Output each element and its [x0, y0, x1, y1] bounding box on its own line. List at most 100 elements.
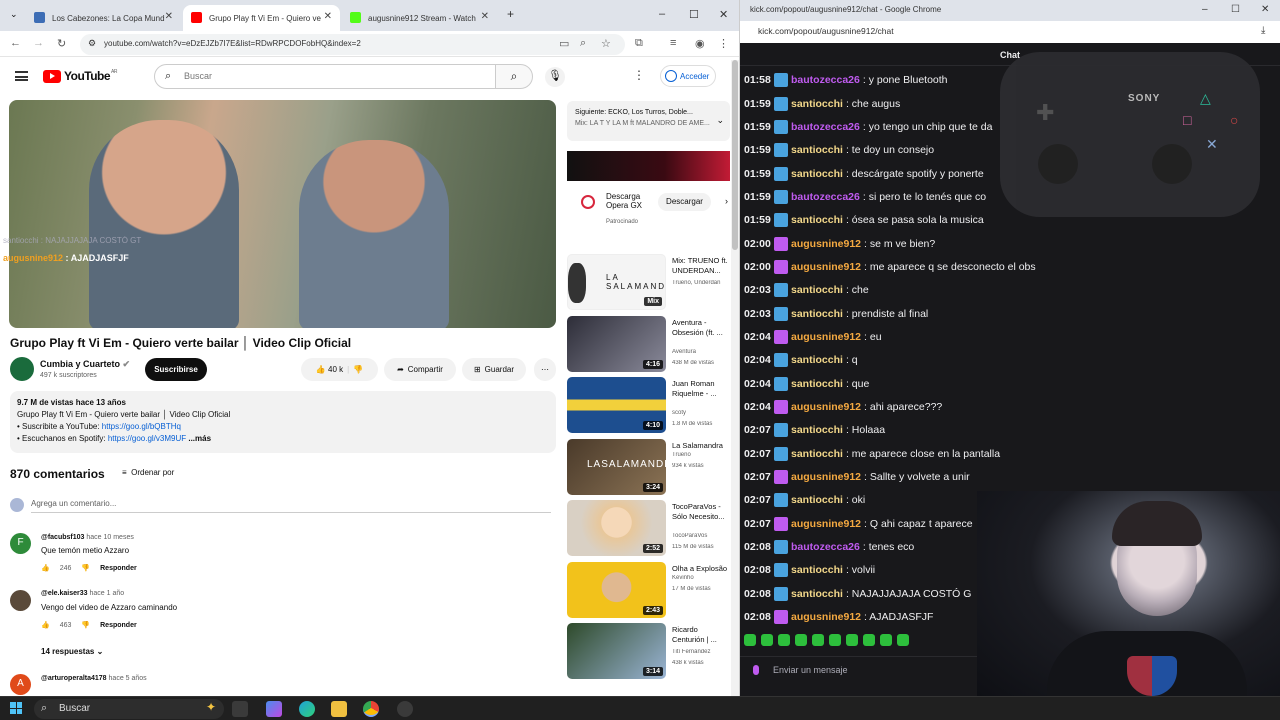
related-video[interactable]: 2:52 TocoParaVos - Sólo Necesito... Toco…	[567, 500, 730, 558]
message-user[interactable]: santiocchi	[791, 168, 843, 180]
emote-icon[interactable]	[744, 634, 756, 646]
zoom-icon[interactable]: ⌕	[580, 37, 586, 50]
chat-message[interactable]: 02:04 santiocchi: que	[740, 369, 1280, 392]
thumbs-down-icon[interactable]: 👎	[81, 564, 90, 572]
menu-icon[interactable]	[15, 71, 28, 81]
emote-icon[interactable]	[778, 634, 790, 646]
scrollbar-thumb[interactable]	[732, 60, 738, 250]
message-user[interactable]: augusnine912	[791, 471, 861, 483]
minimize-icon[interactable]: –	[1202, 4, 1208, 15]
message-user[interactable]: santiocchi	[791, 98, 843, 110]
chat-message[interactable]: 01:59 santiocchi: descárgate spotify y po…	[740, 159, 1280, 182]
minimize-icon[interactable]: –	[659, 8, 665, 20]
tab-grupo-play[interactable]: Grupo Play ft Vi Em - Quiero ve ✕	[183, 5, 340, 31]
search-button[interactable]: ⌕	[495, 64, 533, 89]
chevron-right-icon[interactable]: ›	[725, 196, 728, 206]
video-thumbnail[interactable]: 4:16	[567, 316, 666, 372]
taskbar-search[interactable]: ⌕ Buscar ✦	[34, 699, 224, 719]
chat-message[interactable]: 02:03 santiocchi: che	[740, 276, 1280, 299]
obs-icon[interactable]	[397, 701, 413, 717]
related-video[interactable]: LASALAMANDRA Mix Mix: TRUENO ft. UNDERDA…	[567, 254, 730, 312]
reply-button[interactable]: Responder	[100, 622, 137, 629]
cast-icon[interactable]: ▭	[559, 37, 569, 50]
video-player[interactable]	[9, 100, 556, 328]
message-user[interactable]: santiocchi	[791, 354, 843, 366]
related-video[interactable]: LASALAMANDRA 3:24 La Salamandra Trueno 9…	[567, 439, 730, 497]
chat-message[interactable]: 02:07 santiocchi: me aparece close en la …	[740, 440, 1280, 463]
commenter-avatar[interactable]: F	[10, 533, 31, 554]
related-video[interactable]: 2:43 Olha a Explosão Kevinho 17 M de vis…	[567, 562, 730, 620]
forward-icon[interactable]: →	[33, 37, 44, 49]
ad-card[interactable]: Descarga Opera GX Patrocinado Descargar ›	[567, 181, 730, 234]
message-user[interactable]: augusnine912	[791, 611, 861, 623]
comment-author[interactable]: @facubsf103	[41, 534, 84, 541]
youtube-logo[interactable]: YouTube AR	[43, 69, 117, 83]
video-thumbnail[interactable]: LASALAMANDRA Mix	[567, 254, 666, 310]
chevron-down-icon[interactable]: ⌄	[716, 115, 724, 126]
browser-menu-icon[interactable]: ⋮	[718, 37, 729, 50]
thumbs-down-icon[interactable]: 👎	[81, 621, 90, 629]
chat-message[interactable]: 02:04 augusnine912: ahi aparece???	[740, 393, 1280, 416]
chat-message[interactable]: 01:59 santiocchi: te doy un consejo	[740, 136, 1280, 159]
tab-los-cabezones[interactable]: Los Cabezones: La Copa Mund ✕	[26, 5, 181, 31]
like-button[interactable]: 👍 40 k	[316, 365, 343, 374]
up-next-panel[interactable]: Siguiente: ECKO, Los Turros, Doble... Mi…	[567, 101, 730, 141]
back-icon[interactable]: ←	[10, 37, 21, 49]
show-more-link[interactable]: ...más	[188, 434, 211, 443]
message-user[interactable]: santiocchi	[791, 378, 843, 390]
sign-in-button[interactable]: Acceder	[660, 65, 716, 87]
emote-icon[interactable]	[897, 634, 909, 646]
mic-icon[interactable]	[753, 665, 759, 675]
emote-icon[interactable]	[761, 634, 773, 646]
edge-icon[interactable]	[299, 701, 315, 717]
message-user[interactable]: bautozecca26	[791, 74, 860, 86]
chat-message[interactable]: 02:07 augusnine912: Sallte y volvete a un…	[740, 463, 1280, 486]
new-tab-icon[interactable]: +	[507, 7, 514, 21]
maximize-icon[interactable]: ☐	[689, 8, 699, 21]
more-actions-button[interactable]: ⋯	[534, 358, 556, 381]
related-video[interactable]: 3:14 Ricardo Centurión | ... Tití Fernán…	[567, 623, 730, 681]
message-user[interactable]: santiocchi	[791, 284, 843, 296]
emote-icon[interactable]	[829, 634, 841, 646]
related-video[interactable]: 4:16 Aventura - Obsesión (ft. ... Aventu…	[567, 316, 730, 374]
add-comment-input[interactable]: Agrega un comentario...	[31, 499, 551, 513]
message-user[interactable]: santiocchi	[791, 424, 843, 436]
commenter-avatar[interactable]	[10, 590, 31, 611]
commenter-avatar[interactable]: A	[10, 674, 31, 695]
start-icon[interactable]	[10, 702, 22, 714]
chrome-icon[interactable]	[363, 701, 379, 717]
emote-icon[interactable]	[812, 634, 824, 646]
video-thumbnail[interactable]: 2:52	[567, 500, 666, 556]
message-user[interactable]: santiocchi	[791, 564, 843, 576]
address-bar[interactable]: ⚙ youtube.com/watch?v=eDzEJZb7I7E&list=R…	[80, 34, 625, 55]
file-explorer-icon[interactable]	[331, 701, 347, 717]
message-user[interactable]: augusnine912	[791, 261, 861, 273]
window-close-icon[interactable]: ✕	[1261, 4, 1269, 15]
emote-icon[interactable]	[880, 634, 892, 646]
emote-icon[interactable]	[846, 634, 858, 646]
message-user[interactable]: santiocchi	[791, 588, 843, 600]
task-view-icon[interactable]	[232, 701, 248, 717]
chat-message[interactable]: 01:59 santiocchi: ósea se pasa sola la mu…	[740, 206, 1280, 229]
chat-message[interactable]: 02:04 santiocchi: q	[740, 346, 1280, 369]
chat-message[interactable]: 01:59 santiocchi: che augus	[740, 89, 1280, 112]
related-video[interactable]: 4:10 Juan Roman Riquelme - ... scoty 1.8…	[567, 377, 730, 435]
dislike-button[interactable]: 👎	[353, 365, 363, 374]
message-user[interactable]: santiocchi	[791, 494, 843, 506]
profile-icon[interactable]: ◉	[695, 37, 705, 50]
ad-banner-image[interactable]	[567, 151, 730, 181]
message-user[interactable]: augusnine912	[791, 518, 861, 530]
reload-icon[interactable]: ↻	[57, 37, 66, 50]
chat-message[interactable]: 02:07 santiocchi: Holaaa	[740, 416, 1280, 439]
emote-icon[interactable]	[795, 634, 807, 646]
tab-list-icon[interactable]: ⌄	[10, 9, 18, 20]
message-user[interactable]: augusnine912	[791, 238, 861, 250]
copilot-icon[interactable]	[266, 701, 282, 717]
scrollbar[interactable]	[731, 60, 739, 696]
more-options-icon[interactable]: ⋮	[633, 68, 645, 82]
message-user[interactable]: bautozecca26	[791, 121, 860, 133]
thumbs-up-icon[interactable]: 👍	[41, 621, 50, 629]
maximize-icon[interactable]: ☐	[1231, 4, 1240, 15]
share-button[interactable]: ➦ Compartir	[384, 358, 456, 381]
save-button[interactable]: ⊞ Guardar	[462, 358, 526, 381]
